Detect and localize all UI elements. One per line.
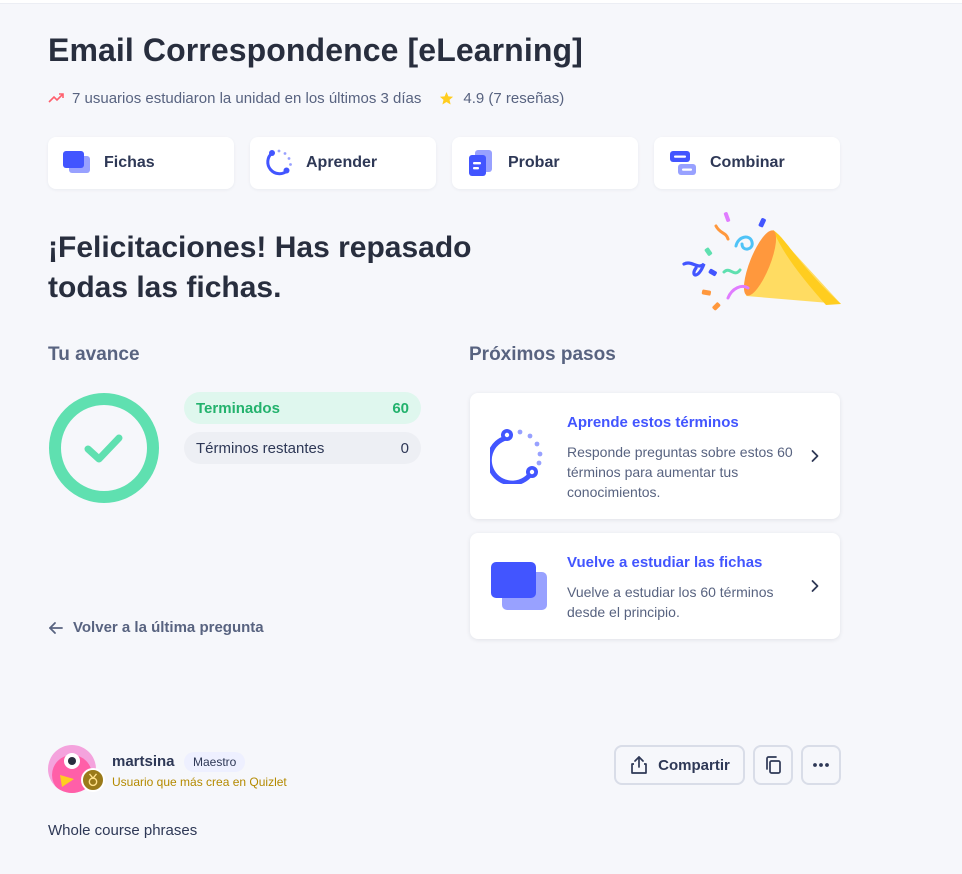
next-steps-section-title: Próximos pasos <box>469 344 616 365</box>
mode-match-button[interactable]: Combinar <box>654 137 840 189</box>
mode-test-button[interactable]: Probar <box>452 137 638 189</box>
next-step-title: Vuelve a estudiar las fichas <box>567 554 763 571</box>
terms-done-label: Terminados <box>196 399 280 417</box>
set-description: Whole course phrases <box>48 822 198 839</box>
progress-section-title: Tu avance <box>48 344 140 365</box>
author-role-badge: Maestro <box>184 752 246 772</box>
chevron-right-icon <box>811 450 819 462</box>
more-horizontal-icon <box>813 763 829 767</box>
mode-label: Probar <box>508 154 560 171</box>
match-icon <box>670 151 696 175</box>
set-meta: 7 usuarios estudiaron la unidad en los ú… <box>48 88 564 108</box>
chevron-right-icon <box>811 580 819 592</box>
top-bar <box>0 0 962 4</box>
party-popper-icon <box>682 212 841 311</box>
congrats-headline: ¡Felicitaciones! Has repasado todas las … <box>48 231 472 304</box>
arrow-left-icon <box>49 621 63 634</box>
mode-label: Aprender <box>306 154 378 171</box>
copy-icon <box>766 756 781 774</box>
trending-up-icon <box>48 93 64 103</box>
more-options-button[interactable] <box>801 745 841 785</box>
mode-label: Fichas <box>104 154 155 171</box>
back-to-last-question-link[interactable]: Volver a la última pregunta <box>48 619 264 636</box>
author-info: martsina Maestro Usuario que más crea en… <box>48 745 288 795</box>
terms-remaining-count: 0 <box>400 439 409 457</box>
progress-ring <box>49 393 159 503</box>
test-icon <box>469 150 492 176</box>
learn-icon <box>266 149 292 176</box>
mode-learn-button[interactable]: Aprender <box>250 137 436 189</box>
share-icon <box>631 756 648 774</box>
flashcards-icon <box>491 562 547 610</box>
rating-text[interactable]: 4.9 (7 reseñas) <box>463 90 564 107</box>
star-icon <box>440 91 454 104</box>
share-button[interactable]: Compartir <box>614 745 745 785</box>
author-subtitle: Usuario que más crea en Quizlet <box>112 775 287 789</box>
medal-badge-icon <box>81 768 105 792</box>
activity-text: 7 usuarios estudiaron la unidad en los ú… <box>72 89 422 107</box>
share-label: Compartir <box>658 756 730 774</box>
next-step-learn-card[interactable]: Aprende estos términos Responde pregunta… <box>470 393 840 519</box>
learn-icon <box>490 429 543 484</box>
terms-remaining-label: Términos restantes <box>196 439 325 457</box>
author-username[interactable]: martsina <box>112 753 175 770</box>
set-title: Email Correspondence [eLearning] <box>48 32 583 68</box>
next-step-description: Responde preguntas sobre estos 60 términ… <box>567 444 793 500</box>
terms-remaining-pill: Términos restantes 0 <box>184 432 421 464</box>
copy-button[interactable] <box>753 745 793 785</box>
mode-flashcards-button[interactable]: Fichas <box>48 137 234 189</box>
terms-done-pill: Terminados 60 <box>184 392 421 424</box>
mode-label: Combinar <box>710 154 785 171</box>
back-link-label: Volver a la última pregunta <box>73 619 264 636</box>
next-step-description: Vuelve a estudiar los 60 términos desde … <box>567 584 774 620</box>
checkmark-icon <box>84 434 123 463</box>
next-step-restudy-card[interactable]: Vuelve a estudiar las fichas Vuelve a es… <box>470 533 840 639</box>
next-step-title: Aprende estos términos <box>567 414 739 431</box>
study-modes: Fichas Aprender Probar Combinar <box>48 137 840 189</box>
terms-done-count: 60 <box>392 399 409 417</box>
flashcards-icon <box>63 151 90 173</box>
